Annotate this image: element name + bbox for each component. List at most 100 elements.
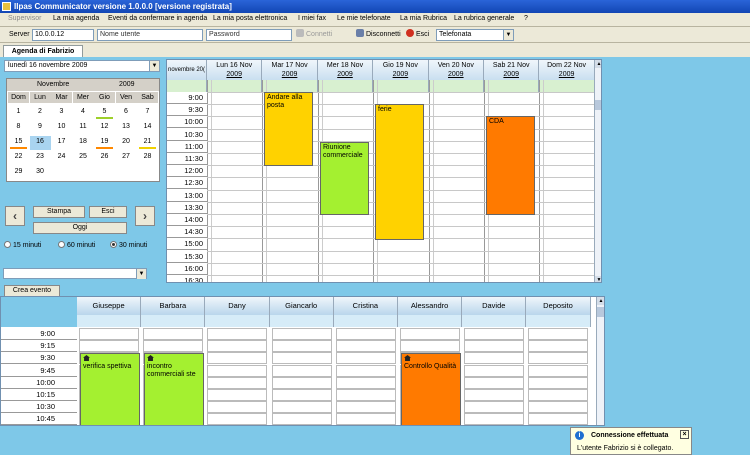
resource-slot[interactable] <box>335 389 396 401</box>
calendar-year[interactable]: 2009 <box>119 79 135 91</box>
resource-slot[interactable] <box>271 413 332 425</box>
resource-slot[interactable] <box>528 340 589 353</box>
resource-slot[interactable] <box>335 352 396 365</box>
resource-slot[interactable] <box>207 376 268 389</box>
resource-header[interactable]: Cristina <box>333 297 398 315</box>
date-picker[interactable]: lunedì 16 novembre 2009 ▼ <box>4 60 160 72</box>
menu-telefonate[interactable]: Le mie telefonate <box>337 15 391 22</box>
resource-header[interactable]: Deposito <box>526 297 591 315</box>
event-andare-alla-posta[interactable]: Andare alla posta <box>264 92 313 166</box>
connect-button[interactable]: Connetti <box>296 29 332 41</box>
week-scrollbar[interactable]: ▲ ▼ <box>594 60 601 282</box>
calendar-day[interactable]: 18 <box>73 136 94 150</box>
calendar-day[interactable]: 17 <box>51 136 72 150</box>
resource-slot[interactable] <box>464 364 525 377</box>
resource-slot[interactable] <box>464 376 525 389</box>
resource-slot[interactable] <box>335 328 396 340</box>
resource-slot[interactable] <box>271 352 332 365</box>
next-week-button[interactable]: › <box>135 206 155 226</box>
resource-slot[interactable] <box>400 340 460 353</box>
resource-slot[interactable] <box>464 328 525 340</box>
resource-slot[interactable] <box>464 401 525 414</box>
resource-slot[interactable] <box>528 352 589 365</box>
resource-slot[interactable] <box>335 364 396 377</box>
esci-button[interactable]: Esci <box>89 206 127 218</box>
resource-slot[interactable] <box>271 401 332 414</box>
resource-slot[interactable] <box>464 352 525 365</box>
resource-slot[interactable] <box>528 413 589 425</box>
calendar-day[interactable]: 11 <box>73 121 94 135</box>
calendar-day[interactable]: 21 <box>137 136 158 150</box>
close-icon[interactable]: × <box>680 430 689 439</box>
calendar-day[interactable]: 29 <box>8 166 29 180</box>
calendar-day[interactable]: 13 <box>116 121 137 135</box>
resource-slot[interactable] <box>335 340 396 353</box>
event-ferie[interactable]: ferie <box>375 104 424 240</box>
scroll-thumb[interactable] <box>595 100 601 110</box>
calendar-day[interactable]: 24 <box>51 151 72 165</box>
calendar-day[interactable]: 3 <box>51 106 72 120</box>
menu-fax[interactable]: I miei fax <box>298 15 326 22</box>
resource-slot[interactable] <box>335 413 396 425</box>
resource-slot[interactable] <box>271 340 332 353</box>
menu-posta-elettronica[interactable]: La mia posta elettronica <box>213 15 287 22</box>
day-column-header[interactable]: Mer 18 Nov 2009 <box>317 60 374 80</box>
resource-slot[interactable] <box>335 376 396 389</box>
disconnect-button[interactable]: Disconnetti <box>356 29 401 41</box>
oggi-button[interactable]: Oggi <box>33 222 127 234</box>
resource-slot[interactable] <box>143 328 204 340</box>
calendar-day[interactable]: 4 <box>73 106 94 120</box>
scroll-up-icon[interactable]: ▲ <box>595 60 601 68</box>
calendar-day[interactable]: 8 <box>8 121 29 135</box>
calendar-day[interactable]: 14 <box>137 121 158 135</box>
resource-slot[interactable] <box>464 389 525 401</box>
calendar-day[interactable]: 12 <box>94 121 115 135</box>
day-column-header[interactable]: Ven 20 Nov 2009 <box>428 60 484 80</box>
radio-60-minuti[interactable]: 60 minuti <box>58 241 95 249</box>
resource-slot[interactable] <box>207 352 268 365</box>
resource-slot[interactable] <box>528 328 589 340</box>
calendar-day[interactable]: 2 <box>30 106 51 120</box>
resource-header[interactable]: Dany <box>205 297 270 315</box>
calendar-day[interactable]: 26 <box>94 151 115 165</box>
resource-slot[interactable] <box>335 401 396 414</box>
resource-slot[interactable] <box>528 364 589 377</box>
calendar-day[interactable]: 30 <box>30 166 51 180</box>
calendar-day[interactable]: 25 <box>73 151 94 165</box>
event-controllo-qualita[interactable]: Controllo Qualità <box>401 353 461 425</box>
tab-agenda-fabrizio[interactable]: Agenda di Fabrizio <box>3 45 83 57</box>
calendar-day[interactable]: 28 <box>137 151 158 165</box>
event-riunione-commerciale[interactable]: Riunione commerciale <box>320 142 369 215</box>
calendar-day[interactable]: 16 <box>29 136 51 150</box>
calendar-day[interactable]: 7 <box>137 106 158 120</box>
stampa-button[interactable]: Stampa <box>33 206 85 218</box>
username-input[interactable]: Nome utente <box>97 29 203 41</box>
radio-30-minuti[interactable]: 30 minuti <box>110 241 147 249</box>
resource-slot[interactable] <box>207 389 268 401</box>
notification-balloon[interactable]: i Connessione effettuata L'utente Fabriz… <box>570 427 692 455</box>
calendar-day[interactable]: 10 <box>51 121 72 135</box>
resource-slot[interactable] <box>400 328 460 340</box>
scroll-thumb[interactable] <box>597 307 604 317</box>
calendar-day[interactable]: 20 <box>116 136 137 150</box>
resource-slot[interactable] <box>207 340 268 353</box>
calendar-day[interactable]: 1 <box>8 106 29 120</box>
radio-15-minuti[interactable]: 15 minuti <box>4 241 41 249</box>
resource-slot[interactable] <box>79 340 139 353</box>
scroll-up-icon[interactable]: ▲ <box>597 297 604 305</box>
password-input[interactable]: Password <box>206 29 292 41</box>
phone-select[interactable]: Telefonata ▼ <box>436 29 514 41</box>
exit-button[interactable]: Esci <box>406 29 429 41</box>
day-column-header[interactable]: Gio 19 Nov 2009 <box>373 60 429 80</box>
calendar-day[interactable]: 22 <box>8 151 29 165</box>
filter-select[interactable]: ▼ <box>3 268 147 279</box>
prev-week-button[interactable]: ‹ <box>5 206 25 226</box>
resource-slot[interactable] <box>143 340 204 353</box>
calendar-day[interactable]: 19 <box>94 136 115 150</box>
menu-mia-rubrica[interactable]: La mia Rubrica <box>400 15 447 22</box>
menu-eventi-da-confermare[interactable]: Eventi da confermare in agenda <box>108 15 207 22</box>
resource-slot[interactable] <box>464 340 525 353</box>
resource-slot[interactable] <box>79 328 139 340</box>
calendar-month[interactable]: Novembre <box>37 79 69 91</box>
resource-slot[interactable] <box>271 328 332 340</box>
